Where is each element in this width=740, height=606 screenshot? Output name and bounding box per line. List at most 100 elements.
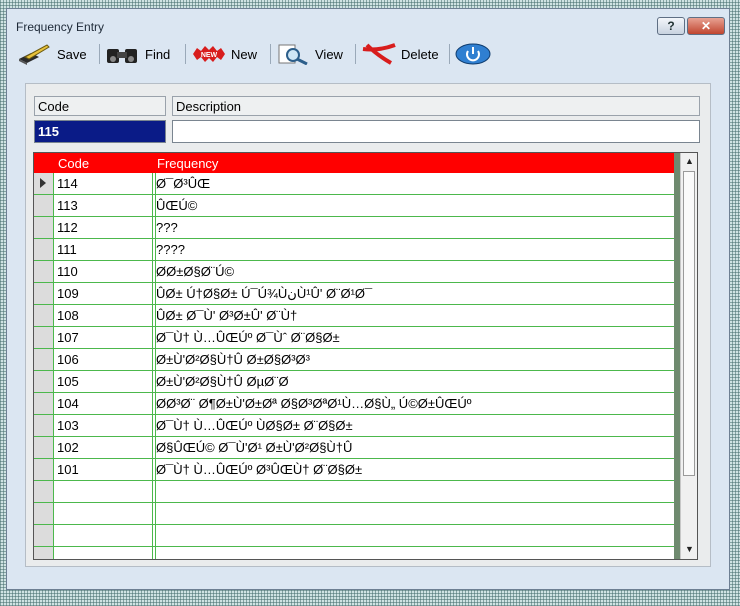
row-selector[interactable]	[34, 481, 54, 502]
code-cell[interactable]	[54, 547, 156, 559]
code-cell[interactable]	[54, 481, 156, 502]
code-cell[interactable]: 109	[54, 283, 156, 304]
scroll-down-icon[interactable]: ▼	[683, 543, 696, 556]
table-row[interactable]: 111????	[34, 239, 674, 261]
table-row[interactable]: 107 Ø¯Ù† Ù…ÛŒÚº Ø¯Ùˆ Ø¨Ø§Ø±	[34, 327, 674, 349]
table-row[interactable]: 106 Ø±Ù'Ø²Ø§Ù†Û Ø±Ø§Ø³Ø³	[34, 349, 674, 371]
view-button[interactable]: View	[275, 41, 343, 67]
scroll-up-icon[interactable]: ▲	[683, 155, 696, 168]
row-selector[interactable]	[34, 415, 54, 436]
code-cell[interactable]: 107	[54, 327, 156, 348]
delete-icon	[362, 43, 396, 65]
row-selector[interactable]	[34, 283, 54, 304]
frequency-cell[interactable]	[153, 525, 674, 546]
code-cell[interactable]: 101	[54, 459, 156, 480]
find-button[interactable]: Find	[105, 41, 170, 67]
frequency-cell[interactable]: Ø±Ù'Ø²Ø§Ù†Û ØµØ¨Ø­	[153, 371, 674, 392]
row-selector[interactable]	[34, 217, 54, 238]
grid-divider	[53, 173, 54, 559]
frequency-cell[interactable]: ???	[153, 217, 674, 238]
frequency-cell[interactable]	[153, 547, 674, 559]
frequency-cell[interactable]	[153, 503, 674, 524]
frequency-cell[interactable]: Ø¯Ù† Ù…ÛŒÚº ÙØ§Ø± Ø¨Ø§Ø±	[153, 415, 674, 436]
row-selector[interactable]	[34, 327, 54, 348]
row-selector[interactable]	[34, 349, 54, 370]
toolbar-divider	[449, 44, 450, 64]
current-row-icon	[40, 178, 46, 188]
row-selector[interactable]	[34, 173, 54, 194]
row-selector[interactable]	[34, 503, 54, 524]
row-selector[interactable]	[34, 525, 54, 546]
save-icon	[19, 44, 50, 65]
table-row[interactable]: 110 Ø­Ø±Ø§Ø¨Ú©	[34, 261, 674, 283]
table-row[interactable]: 103 Ø¯Ù† Ù…ÛŒÚº ÙØ§Ø± Ø¨Ø§Ø±	[34, 415, 674, 437]
frequency-cell[interactable]: Ø§ÛŒÚ© Ø¯Ù'Ø¹ Ø±Ù'Ø²Ø§Ù†Û	[153, 437, 674, 458]
code-cell[interactable]: 103	[54, 415, 156, 436]
column-header-frequency[interactable]: Frequency	[157, 156, 218, 171]
table-row[interactable]: 102 Ø§ÛŒÚ© Ø¯Ù'Ø¹ Ø±Ù'Ø²Ø§Ù†Û	[34, 437, 674, 459]
table-row[interactable]	[34, 525, 674, 547]
code-cell[interactable]: 113	[54, 195, 156, 216]
frequency-cell[interactable]	[153, 481, 674, 502]
frequency-cell[interactable]: Ø¯Ù† Ù…ÛŒÚº Ø³ÛŒÙ† Ø¨Ø§Ø±	[153, 459, 674, 480]
table-row[interactable]: 105 Ø±Ù'Ø²Ø§Ù†Û ØµØ¨Ø­	[34, 371, 674, 393]
frequency-cell[interactable]: ÛŒÚ©	[153, 195, 674, 216]
code-cell[interactable]: 104	[54, 393, 156, 414]
code-cell[interactable]: 110	[54, 261, 156, 282]
table-row[interactable]: 108 ÛØ± Ø¯Ù' Ø³Ø±Û' Ø¨Ù†	[34, 305, 674, 327]
frequency-cell[interactable]: ????	[153, 239, 674, 260]
new-icon-text: NEW	[201, 52, 218, 59]
row-selector[interactable]	[34, 547, 54, 559]
frequency-cell[interactable]: Ø­Ø³Ø¨ Ø¶Ø±Ù'Ø±Øª Ø§Ø³ØªØ¹Ù…Ø§Ù„ Ú©Ø±ÛŒÚ…	[153, 393, 674, 414]
help-button[interactable]: ?	[657, 17, 685, 35]
row-selector[interactable]	[34, 261, 54, 282]
table-row[interactable]: 114 Ø¯Ø³ÛŒ	[34, 173, 674, 195]
code-cell[interactable]: 102	[54, 437, 156, 458]
row-selector[interactable]	[34, 195, 54, 216]
frequency-cell[interactable]: ÛØ± Ø¯Ù' Ø³Ø±Û' Ø¨Ù†	[153, 305, 674, 326]
frequency-cell[interactable]: ÛØ± Ú†Ø§Ø± Ú¯Ú¾ÙنÙ¹Û' Ø¨Ø¹Ø¯	[153, 283, 674, 304]
table-row[interactable]	[34, 481, 674, 503]
code-cell[interactable]: 112	[54, 217, 156, 238]
row-selector[interactable]	[34, 305, 54, 326]
frequency-cell[interactable]: Ø­Ø±Ø§Ø¨Ú©	[153, 261, 674, 282]
row-selector[interactable]	[34, 393, 54, 414]
frequency-cell[interactable]: Ø¯Ø³ÛŒ	[153, 173, 674, 194]
row-selector[interactable]	[34, 239, 54, 260]
description-input[interactable]	[172, 120, 700, 143]
code-input[interactable]: 115	[34, 120, 166, 143]
find-label: Find	[145, 46, 171, 62]
table-row[interactable]	[34, 547, 674, 559]
scroll-thumb[interactable]	[683, 171, 695, 476]
table-row[interactable]	[34, 503, 674, 525]
table-row[interactable]: 109 ÛØ± Ú†Ø§Ø± Ú¯Ú¾ÙنÙ¹Û' Ø¨Ø¹Ø¯	[34, 283, 674, 305]
table-row[interactable]: 101 Ø¯Ù† Ù…ÛŒÚº Ø³ÛŒÙ† Ø¨Ø§Ø±	[34, 459, 674, 481]
toolbar-divider	[355, 44, 356, 64]
table-row[interactable]: 104 Ø­Ø³Ø¨ Ø¶Ø±Ù'Ø±Øª Ø§Ø³ØªØ¹Ù…Ø§Ù„ Ú©Ø±…	[34, 393, 674, 415]
code-cell[interactable]	[54, 503, 156, 524]
delete-label: Delete	[401, 46, 439, 62]
code-cell[interactable]: 108	[54, 305, 156, 326]
row-selector[interactable]	[34, 371, 54, 392]
code-cell[interactable]: 111	[54, 239, 156, 260]
code-cell[interactable]: 114	[54, 173, 156, 194]
frequency-entry-window: Frequency Entry ? ✕ Save Find NEW New Vi…	[6, 8, 730, 590]
row-selector[interactable]	[34, 437, 54, 458]
frequency-cell[interactable]: Ø±Ù'Ø²Ø§Ù†Û Ø±Ø§Ø³Ø³	[153, 349, 674, 370]
column-header-code[interactable]: Code	[58, 156, 89, 171]
exit-button[interactable]	[455, 41, 495, 67]
window-title: Frequency Entry	[16, 20, 105, 34]
code-cell[interactable]: 105	[54, 371, 156, 392]
table-row[interactable]: 113 ÛŒÚ©	[34, 195, 674, 217]
delete-button[interactable]: Delete	[361, 41, 439, 67]
code-cell[interactable]	[54, 525, 156, 546]
view-label: View	[315, 46, 343, 62]
close-button[interactable]: ✕	[687, 17, 725, 35]
new-button[interactable]: NEW New	[191, 41, 257, 67]
table-row[interactable]: 112???	[34, 217, 674, 239]
save-button[interactable]: Save	[17, 41, 87, 67]
code-cell[interactable]: 106	[54, 349, 156, 370]
row-selector[interactable]	[34, 459, 54, 480]
frequency-cell[interactable]: Ø¯Ù† Ù…ÛŒÚº Ø¯Ùˆ Ø¨Ø§Ø±	[153, 327, 674, 348]
vertical-scrollbar[interactable]: ▲ ▼	[680, 153, 697, 559]
